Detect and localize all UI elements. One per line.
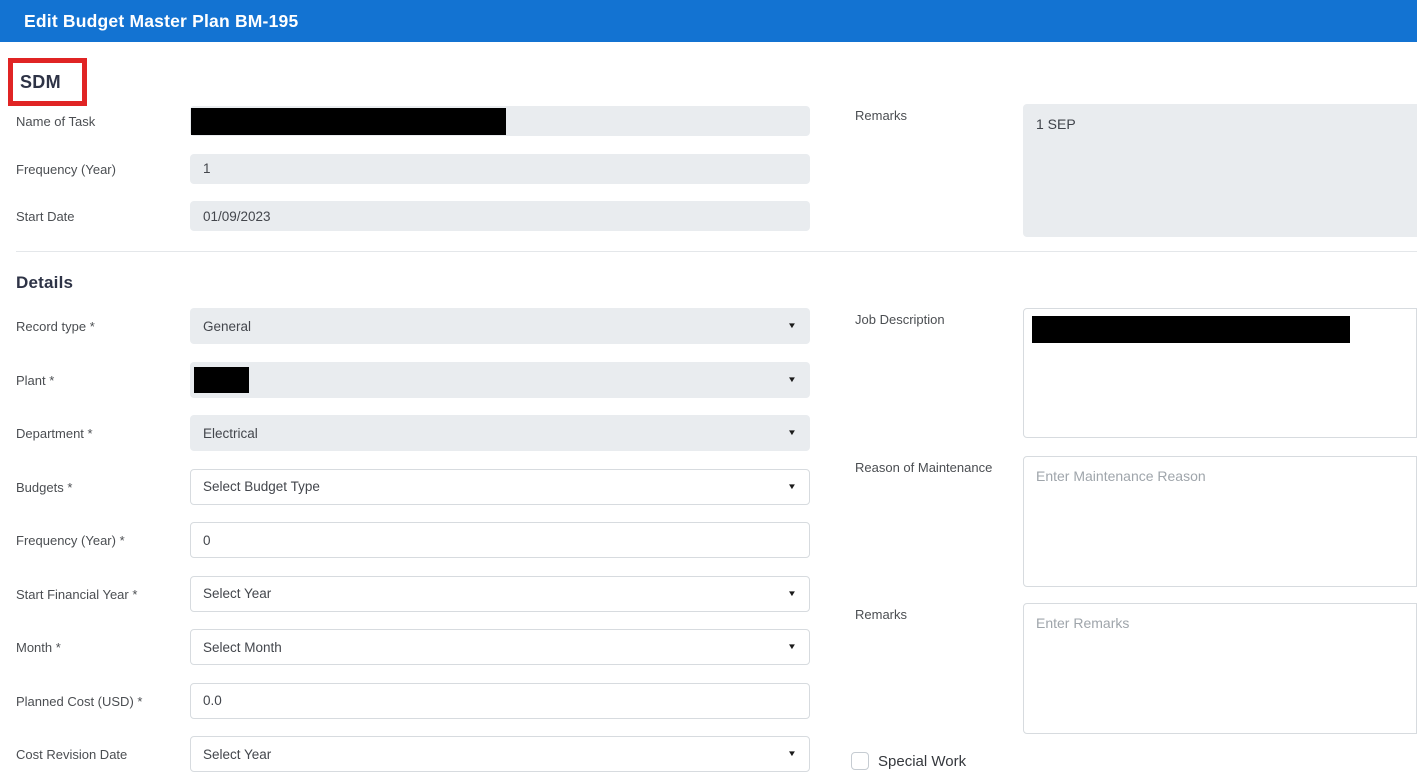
start-date-field[interactable] [190,201,810,231]
frequency-year-input[interactable] [191,155,809,183]
frequency-year-row: Frequency (Year) [16,154,810,184]
budgets-label: Budgets * [16,469,190,495]
special-work-label: Special Work [878,753,966,770]
cost-revision-date-label: Cost Revision Date [16,736,190,762]
annotation-red-box: SDM [8,58,87,106]
special-work-row: Special Work [851,752,1417,770]
details-frequency-year-input[interactable] [191,523,809,557]
cost-revision-date-row: Cost Revision Date Select Year ▼ [16,736,810,772]
plant-row: Plant * ▼ [16,362,810,398]
details-frequency-year-label: Frequency (Year) * [16,522,190,548]
reason-of-maintenance-row: Reason of Maintenance [855,456,1417,587]
redaction-block [191,108,506,135]
special-work-checkbox[interactable] [851,752,869,770]
sdm-remarks-label: Remarks [855,104,1023,123]
app-header: Edit Budget Master Plan BM-195 [0,0,1417,42]
start-financial-year-row: Start Financial Year * Select Year ▼ [16,576,810,612]
budgets-select[interactable]: Select Budget Type ▼ [190,469,810,505]
redaction-block [1032,316,1350,343]
sdm-section: SDM Name of Task Frequency (Year) [16,42,1417,237]
form-content: SDM Name of Task Frequency (Year) [0,42,1417,772]
plant-label: Plant * [16,362,190,388]
details-section: Details Record type * General ▼ [16,273,1417,772]
sdm-remarks-row: Remarks 1 SEP [855,104,1417,237]
record-type-label: Record type * [16,308,190,334]
start-financial-year-select[interactable]: Select Year ▼ [190,576,810,612]
planned-cost-label: Planned Cost (USD) * [16,683,190,709]
edit-budget-master-plan-page: Edit Budget Master Plan BM-195 SDM Name … [0,0,1417,781]
record-type-select[interactable]: General ▼ [190,308,810,344]
cost-revision-date-select[interactable]: Select Year ▼ [190,736,810,772]
plant-select[interactable]: ▼ [190,362,810,398]
record-type-value: General [203,319,251,334]
month-value: Select Month [203,640,282,655]
reason-of-maintenance-label: Reason of Maintenance [855,456,1023,475]
department-row: Department * Electrical ▼ [16,415,810,451]
month-select[interactable]: Select Month ▼ [190,629,810,665]
month-label: Month * [16,629,190,655]
month-row: Month * Select Month ▼ [16,629,810,665]
name-of-task-label: Name of Task [16,106,190,129]
planned-cost-input[interactable] [191,684,809,718]
start-financial-year-value: Select Year [203,586,271,601]
planned-cost-field[interactable] [190,683,810,719]
reason-of-maintenance-textarea[interactable] [1023,456,1417,587]
details-remarks-textarea[interactable] [1023,603,1417,734]
details-frequency-year-field[interactable] [190,522,810,558]
sdm-remarks-textarea[interactable]: 1 SEP [1023,104,1417,237]
budgets-row: Budgets * Select Budget Type ▼ [16,469,810,505]
department-select[interactable]: Electrical ▼ [190,415,810,451]
redaction-block [194,367,249,393]
budgets-value: Select Budget Type [203,479,320,494]
department-label: Department * [16,415,190,441]
frequency-year-field[interactable] [190,154,810,184]
sdm-section-heading: SDM [20,72,61,93]
start-date-label: Start Date [16,201,190,224]
page-title: Edit Budget Master Plan BM-195 [24,11,298,32]
job-description-label: Job Description [855,308,1023,327]
frequency-year-label: Frequency (Year) [16,154,190,177]
name-of-task-row: Name of Task [16,106,810,136]
department-value: Electrical [203,426,258,441]
section-divider [16,251,1417,252]
job-description-row: Job Description [855,308,1417,438]
start-date-input[interactable] [191,202,809,230]
start-financial-year-label: Start Financial Year * [16,576,190,602]
planned-cost-row: Planned Cost (USD) * [16,683,810,719]
cost-revision-date-value: Select Year [203,747,271,762]
details-remarks-row: Remarks [855,603,1417,734]
details-remarks-label: Remarks [855,603,1023,622]
start-date-row: Start Date [16,201,810,231]
name-of-task-field[interactable] [190,106,810,136]
details-section-heading: Details [16,273,1417,293]
details-frequency-year-row: Frequency (Year) * [16,522,810,558]
record-type-row: Record type * General ▼ [16,308,810,344]
